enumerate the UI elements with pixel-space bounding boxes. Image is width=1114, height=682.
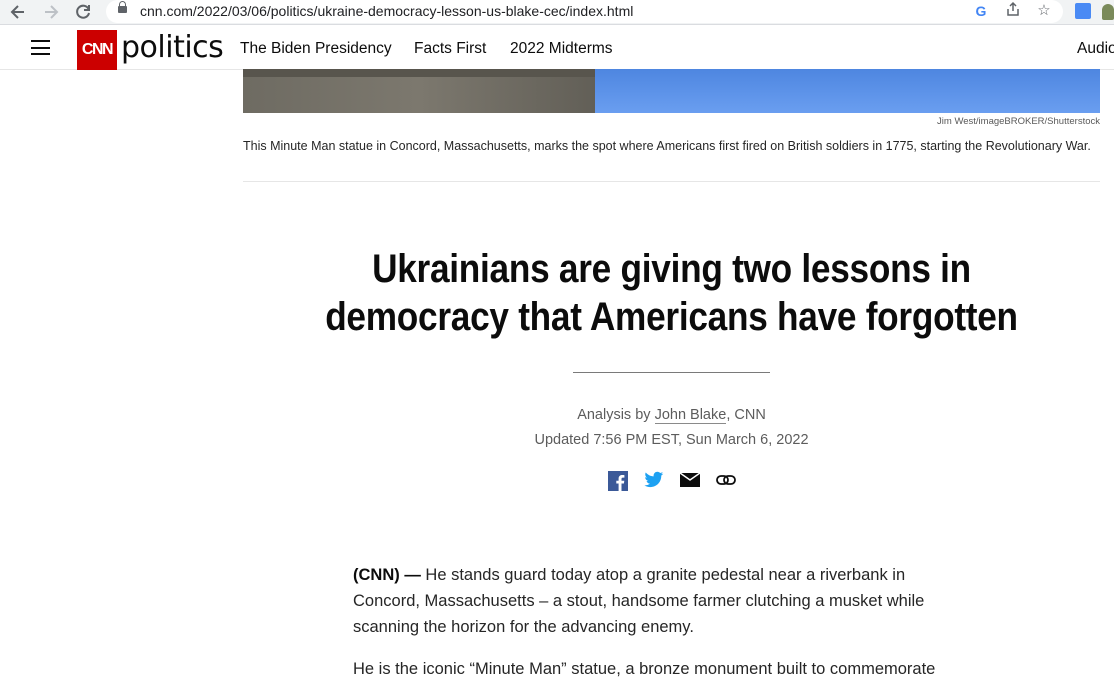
browser-toolbar: cnn.com/2022/03/06/politics/ukraine-demo… bbox=[0, 0, 1114, 25]
cnn-logo[interactable]: CNN bbox=[77, 30, 117, 70]
article-headline: Ukrainians are giving two lessons in dem… bbox=[294, 245, 1048, 341]
twitter-icon[interactable] bbox=[644, 471, 664, 489]
headline-line-1: Ukrainians are giving two lessons in bbox=[372, 247, 971, 291]
byline-prefix: Analysis by bbox=[577, 407, 651, 423]
reload-icon[interactable] bbox=[72, 1, 94, 23]
nav-link-facts-first[interactable]: Facts First bbox=[414, 40, 486, 58]
paragraph-2-text: He is the iconic “Minute Man” statue, a … bbox=[353, 660, 936, 678]
menu-icon[interactable] bbox=[31, 40, 50, 55]
nav-link-audio[interactable]: Audio bbox=[1077, 40, 1114, 58]
link-icon[interactable] bbox=[716, 471, 736, 489]
email-icon[interactable] bbox=[679, 471, 701, 489]
site-header: CNN politics The Biden Presidency Facts … bbox=[0, 25, 1114, 70]
extension-icon[interactable] bbox=[1102, 4, 1114, 20]
address-bar[interactable]: cnn.com/2022/03/06/politics/ukraine-demo… bbox=[106, 0, 1063, 23]
section-logo[interactable]: politics bbox=[121, 28, 224, 68]
forward-arrow-icon[interactable] bbox=[40, 1, 62, 23]
lock-icon[interactable] bbox=[118, 1, 127, 13]
translate-extension-icon[interactable] bbox=[1075, 3, 1091, 19]
facebook-icon[interactable] bbox=[608, 471, 628, 491]
bookmark-star-icon[interactable]: ☆ bbox=[1034, 1, 1054, 21]
share-page-icon[interactable] bbox=[1003, 1, 1023, 21]
back-arrow-icon[interactable] bbox=[7, 1, 29, 23]
lead-image bbox=[243, 69, 1100, 113]
byline: Analysis by John Blake, CNN bbox=[243, 407, 1100, 424]
photo-caption: This Minute Man statue in Concord, Massa… bbox=[243, 139, 1091, 153]
statue-pedestal bbox=[243, 69, 595, 113]
dateline: (CNN) — bbox=[353, 566, 421, 584]
article-paragraph-2: He is the iconic “Minute Man” statue, a … bbox=[353, 656, 973, 682]
caption-divider bbox=[243, 181, 1100, 182]
nav-link-2022-midterms[interactable]: 2022 Midterms bbox=[510, 40, 613, 58]
article-paragraph-1: (CNN) — He stands guard today atop a gra… bbox=[353, 562, 973, 640]
url-text[interactable]: cnn.com/2022/03/06/politics/ukraine-demo… bbox=[140, 3, 633, 19]
google-lens-icon[interactable]: G bbox=[971, 1, 991, 21]
byline-suffix: , CNN bbox=[726, 407, 766, 423]
author-link[interactable]: John Blake bbox=[654, 407, 727, 424]
update-timestamp: Updated 7:56 PM EST, Sun March 6, 2022 bbox=[534, 432, 809, 448]
headline-line-2: democracy that Americans have forgotten bbox=[325, 295, 1018, 339]
paragraph-1-text: He stands guard today atop a granite ped… bbox=[353, 566, 925, 636]
photo-credit: Jim West/imageBROKER/Shutterstock bbox=[937, 116, 1100, 127]
headline-divider bbox=[573, 372, 770, 373]
nav-link-biden-presidency[interactable]: The Biden Presidency bbox=[240, 40, 392, 58]
